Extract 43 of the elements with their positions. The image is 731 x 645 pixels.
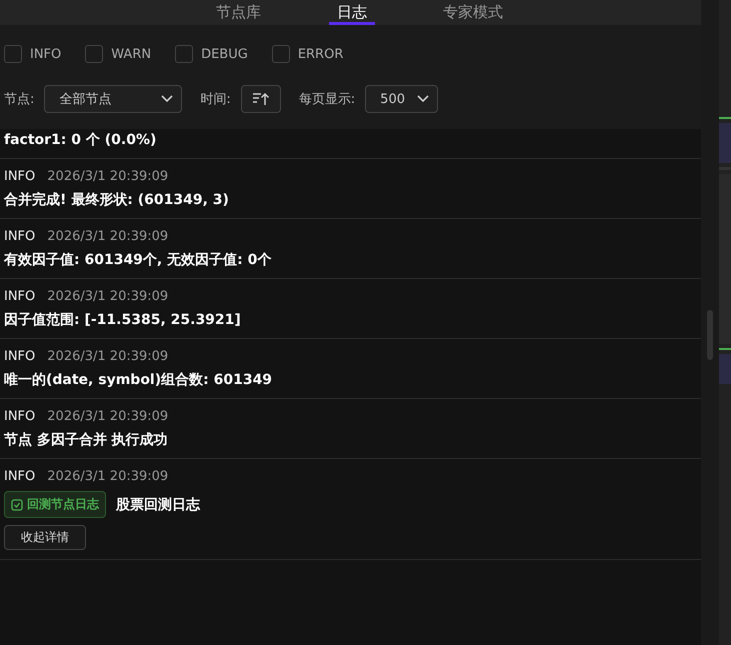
log-message: 唯一的(date, symbol)组合数: 601349 <box>4 371 272 389</box>
log-time: 2026/3/1 20:39:09 <box>47 469 168 484</box>
sort-ascending-button[interactable] <box>240 85 281 113</box>
node-select[interactable]: 全部节点 <box>44 85 182 113</box>
chevron-icon <box>417 95 430 103</box>
checkbox[interactable] <box>175 45 194 63</box>
checkbox[interactable] <box>4 45 22 63</box>
level-label: ERROR <box>298 46 344 62</box>
log-level: INFO <box>4 349 36 364</box>
log-tag: 回测节点日志 <box>4 491 106 518</box>
sort-ascending-icon <box>252 92 270 106</box>
log-message: 节点 多因子合并 执行成功 <box>4 431 168 449</box>
log-message: 有效因子值: 601349个, 无效因子值: 0个 <box>4 251 272 269</box>
log-time: 2026/3/1 20:39:09 <box>47 409 168 424</box>
log-time: 2026/3/1 20:39:09 <box>47 289 168 304</box>
time-label: 时间: <box>200 91 231 108</box>
log-level: INFO <box>4 229 36 244</box>
checkbox[interactable] <box>85 45 104 63</box>
page-size-label: 每页显示: <box>298 91 356 108</box>
level-label: WARN <box>111 46 152 62</box>
log-message: 股票回测日志 <box>116 496 200 514</box>
log-message: factor1: 0 个 (0.0%) <box>4 131 158 149</box>
node-label: 节点: <box>4 91 34 108</box>
chevron-icon <box>161 95 174 103</box>
page-size-select[interactable]: 500 <box>365 85 438 113</box>
log-message: 因子值范围: [-11.5385, 25.3921] <box>4 311 241 329</box>
log-time: 2026/3/1 20:39:09 <box>47 169 168 184</box>
collapse-button[interactable]: 收起详情 <box>4 525 86 550</box>
tab[interactable]: 节点库 <box>208 2 269 25</box>
tab[interactable]: 日志 <box>329 2 375 25</box>
checkbox[interactable] <box>272 45 290 63</box>
level-label: DEBUG <box>201 46 248 62</box>
log-message: 合并完成! 最终形状: (601349, 3) <box>4 191 229 209</box>
log-time: 2026/3/1 20:39:09 <box>47 229 168 244</box>
log-level: INFO <box>4 169 36 184</box>
log-level: INFO <box>4 289 36 304</box>
log-time: 2026/3/1 20:39:09 <box>47 349 168 364</box>
scrollbar-thumb[interactable] <box>707 310 713 360</box>
tab[interactable]: 专家模式 <box>435 2 511 25</box>
checkbox-icon <box>11 498 23 510</box>
log-level: INFO <box>4 409 36 424</box>
level-label: INFO <box>30 46 62 62</box>
log-level: INFO <box>4 469 36 484</box>
